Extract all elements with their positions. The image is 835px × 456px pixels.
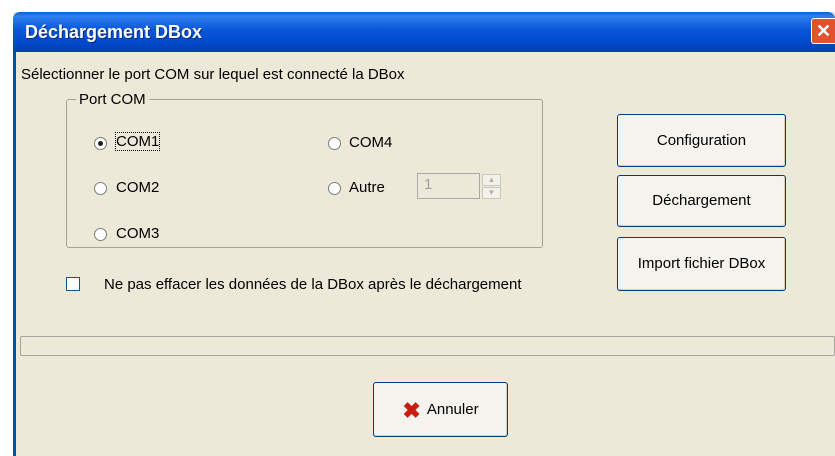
title-bar[interactable]: Déchargement DBox ✕: [13, 12, 835, 52]
annuler-button[interactable]: ✖ Annuler: [373, 382, 508, 437]
radio-autre-label[interactable]: Autre: [349, 179, 385, 196]
import-fichier-button[interactable]: Import fichier DBox: [617, 237, 786, 291]
dechargement-button[interactable]: Déchargement: [617, 175, 786, 227]
keep-data-label[interactable]: Ne pas effacer les données de la DBox ap…: [104, 276, 521, 293]
radio-selected-dot: [98, 141, 103, 146]
red-x-icon: ✖: [402, 397, 421, 423]
close-button[interactable]: ✕: [811, 18, 835, 44]
autre-port-spinner[interactable]: ▲ ▼: [482, 174, 501, 200]
radio-com3-label[interactable]: COM3: [116, 225, 159, 242]
window-border: [13, 52, 16, 456]
window-title: Déchargement DBox: [25, 22, 203, 42]
annuler-label: Annuler: [426, 401, 479, 418]
progress-bar: [20, 336, 835, 356]
close-icon: ✕: [815, 21, 832, 41]
radio-com1-label[interactable]: COM1: [114, 132, 161, 151]
spin-down-icon[interactable]: ▼: [482, 187, 501, 199]
configuration-button[interactable]: Configuration: [617, 114, 786, 167]
radio-com4[interactable]: [328, 137, 341, 150]
radio-com1[interactable]: [94, 137, 107, 150]
radio-autre[interactable]: [328, 182, 341, 195]
radio-com2-label[interactable]: COM2: [116, 179, 159, 196]
spin-up-icon[interactable]: ▲: [482, 174, 501, 186]
radio-com4-label[interactable]: COM4: [349, 134, 392, 151]
port-com-legend: Port COM: [76, 91, 149, 108]
autre-port-input[interactable]: 1: [417, 173, 480, 199]
keep-data-checkbox[interactable]: [66, 277, 80, 291]
instruction-text: Sélectionner le port COM sur lequel est …: [21, 66, 405, 83]
radio-com3[interactable]: [94, 228, 107, 241]
radio-com2[interactable]: [94, 182, 107, 195]
